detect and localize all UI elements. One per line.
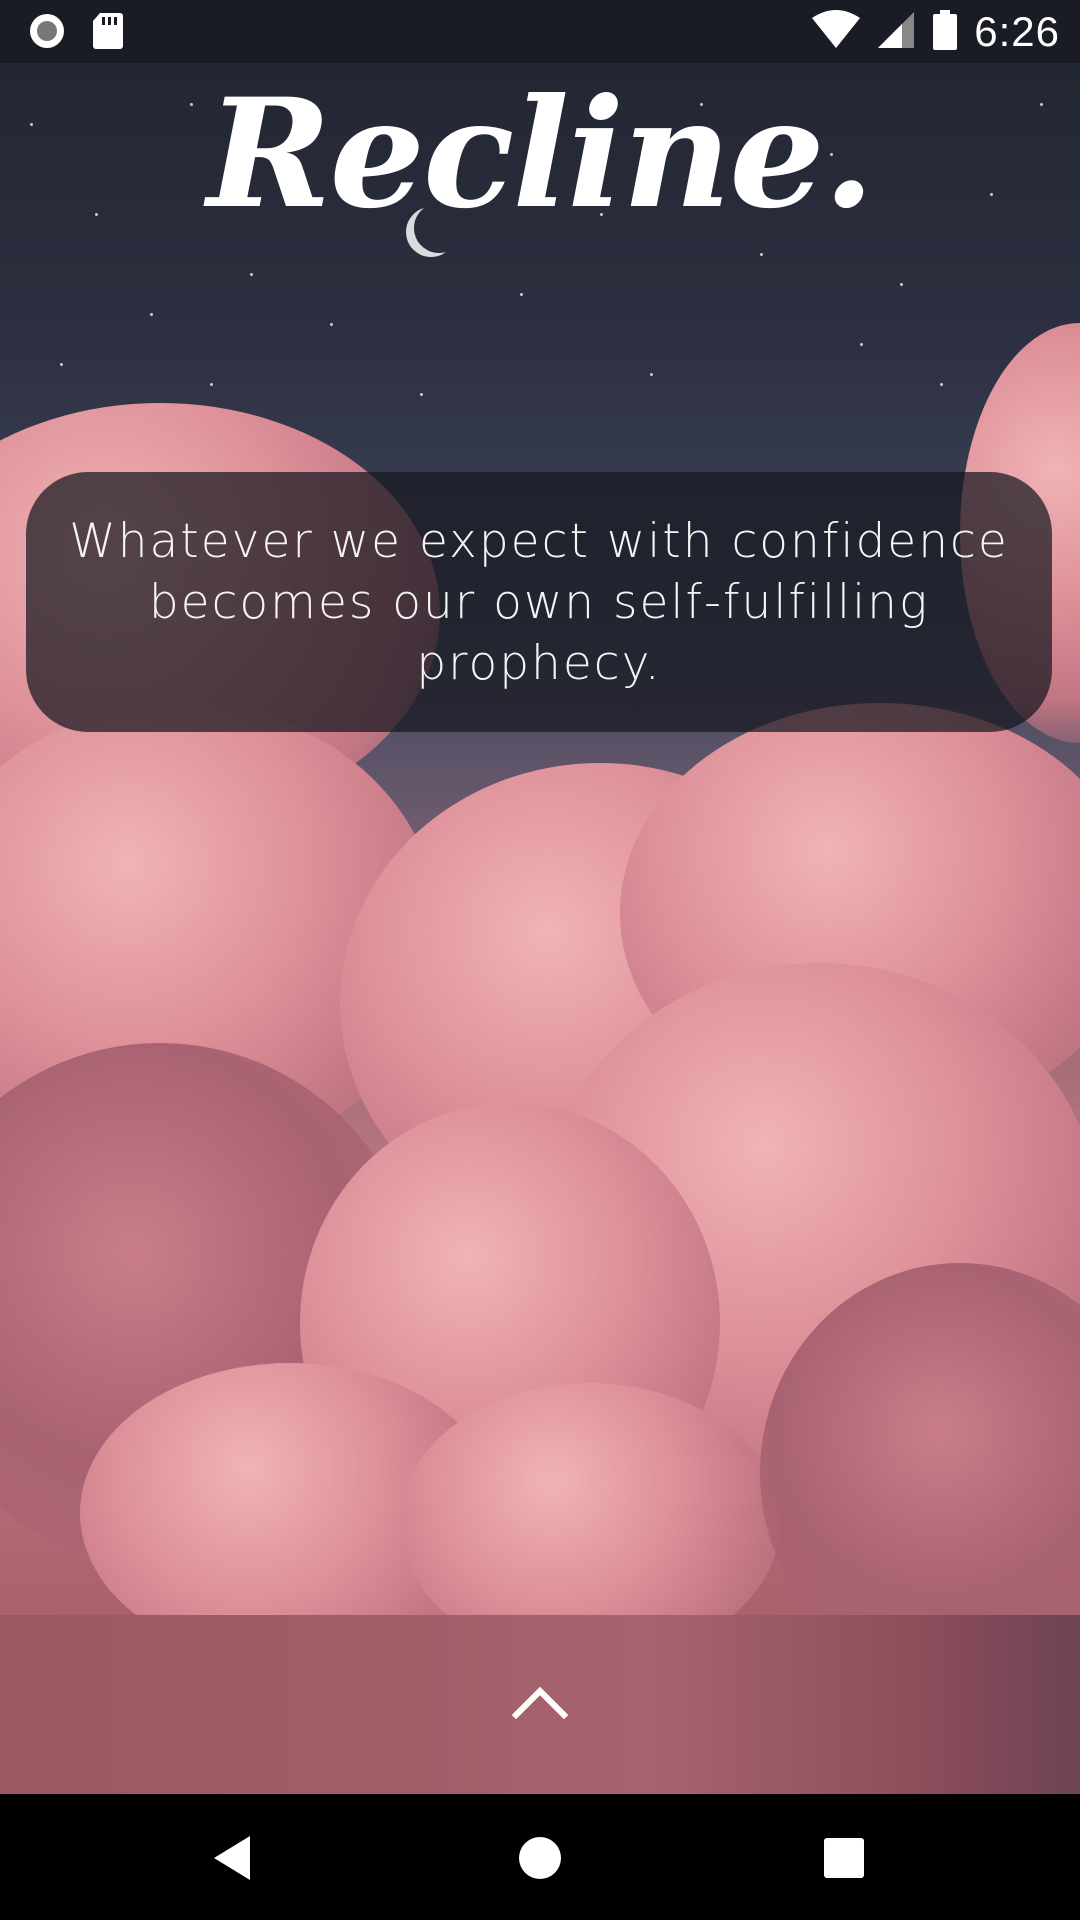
record-icon bbox=[28, 12, 66, 54]
status-time: 6:26 bbox=[974, 8, 1060, 55]
quote-card: Whatever we expect with confidence becom… bbox=[26, 472, 1052, 732]
status-bar: 6:26 bbox=[0, 0, 1080, 63]
battery-icon bbox=[932, 10, 958, 54]
system-nav-bar bbox=[0, 1794, 1080, 1920]
signal-icon bbox=[876, 10, 916, 54]
chevron-up-icon[interactable] bbox=[510, 1673, 570, 1733]
back-icon[interactable] bbox=[206, 1828, 266, 1888]
bottom-drawer-bar[interactable] bbox=[0, 1615, 1080, 1794]
wifi-icon bbox=[812, 10, 861, 54]
quote-text: Whatever we expect with confidence becom… bbox=[69, 513, 1009, 691]
sd-card-icon bbox=[92, 12, 124, 54]
recents-icon[interactable] bbox=[814, 1828, 874, 1888]
app-title: Recline. bbox=[206, 66, 875, 242]
app-screen: 6:26 Recline. Whatever we expect with co… bbox=[0, 0, 1080, 1920]
background-image bbox=[0, 63, 1080, 1615]
home-icon[interactable] bbox=[510, 1828, 570, 1888]
